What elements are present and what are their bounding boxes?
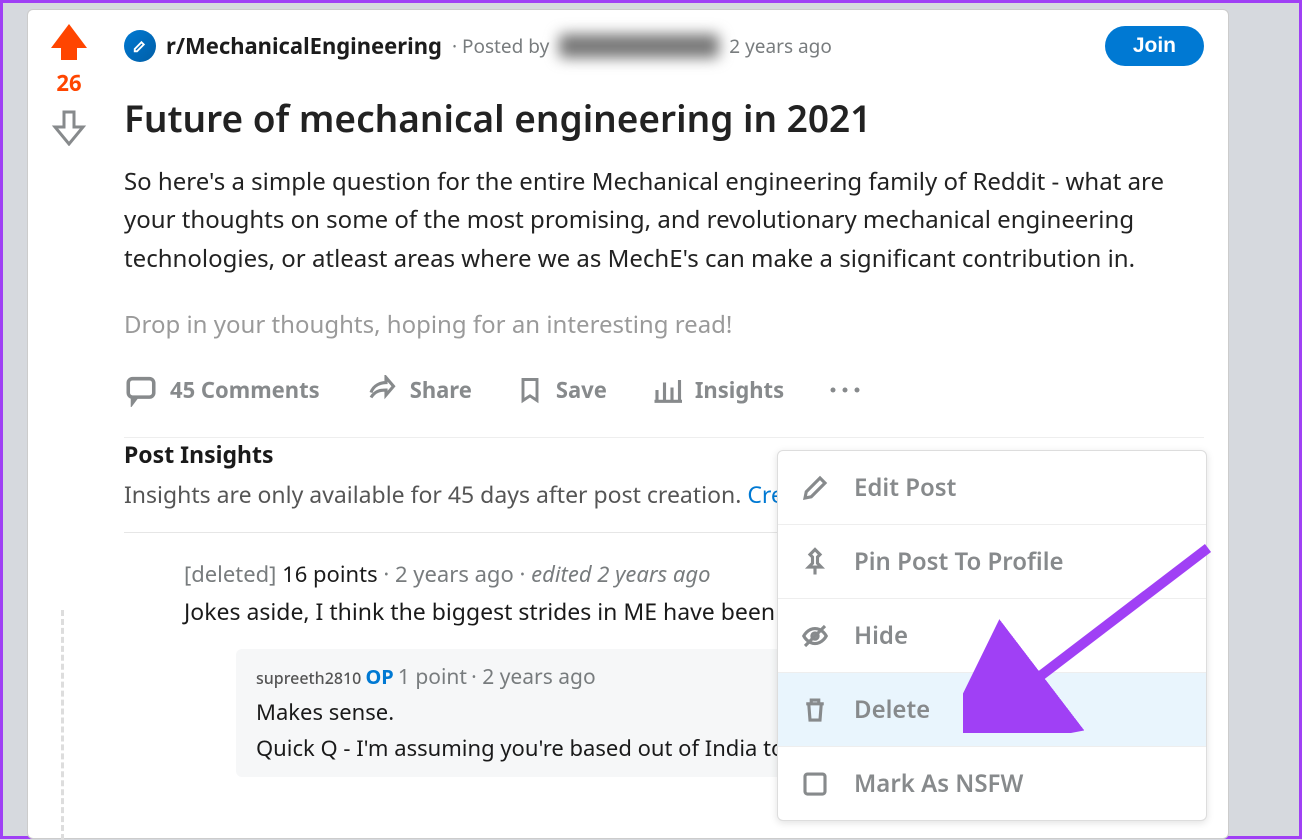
- thread-line: [61, 610, 64, 840]
- share-label: Share: [410, 375, 472, 405]
- sep: ·: [520, 559, 532, 589]
- post-header: r/MechanicalEngineering · Posted by 2 ye…: [124, 26, 1204, 66]
- downvote-icon[interactable]: [51, 108, 87, 151]
- eye-off-icon: [800, 621, 830, 651]
- menu-delete-label: Delete: [854, 693, 930, 726]
- comments-label: 45 Comments: [170, 375, 320, 405]
- post-age: 2 years ago: [729, 33, 832, 59]
- checkbox-icon: [800, 769, 830, 799]
- reply-age: 2 years ago: [482, 663, 595, 691]
- menu-edit-post[interactable]: Edit Post: [778, 451, 1206, 525]
- dots-icon: [828, 385, 862, 395]
- upvote-icon[interactable]: [51, 24, 87, 48]
- share-button[interactable]: Share: [364, 375, 472, 405]
- sep: ·: [383, 559, 395, 589]
- author-blurred: [559, 34, 719, 58]
- pencil-icon: [800, 473, 830, 503]
- bookmark-icon: [516, 373, 544, 407]
- menu-nsfw-label: Mark As NSFW: [854, 767, 1023, 800]
- save-label: Save: [556, 375, 607, 405]
- menu-delete[interactable]: Delete: [778, 673, 1206, 747]
- insights-desc: Insights are only available for 45 days …: [124, 478, 747, 510]
- comment-age: 2 years ago: [395, 559, 514, 589]
- reply-user[interactable]: supreeth2810: [256, 667, 361, 689]
- post-title: Future of mechanical engineering in 2021: [124, 92, 1204, 143]
- menu-mark-nsfw[interactable]: Mark As NSFW: [778, 747, 1206, 820]
- subreddit-icon[interactable]: [124, 30, 156, 62]
- more-dropdown: Edit Post Pin Post To Profile Hide Delet…: [777, 450, 1207, 821]
- op-badge: OP: [365, 663, 393, 690]
- action-row: 45 Comments Share Save Insights: [124, 373, 1204, 407]
- join-button[interactable]: Join: [1105, 26, 1204, 66]
- comments-button[interactable]: 45 Comments: [124, 373, 320, 407]
- trash-icon: [800, 695, 830, 725]
- sep: ·: [471, 663, 482, 691]
- save-button[interactable]: Save: [516, 373, 607, 407]
- menu-edit-label: Edit Post: [854, 471, 956, 504]
- insights-button[interactable]: Insights: [651, 375, 784, 405]
- menu-pin-post[interactable]: Pin Post To Profile: [778, 525, 1206, 599]
- comment-user[interactable]: [deleted]: [184, 559, 276, 589]
- insights-label: Insights: [695, 375, 784, 405]
- menu-pin-label: Pin Post To Profile: [854, 545, 1064, 578]
- comment-points: 16 points: [282, 559, 377, 589]
- menu-hide[interactable]: Hide: [778, 599, 1206, 673]
- posted-by-prefix: · Posted by: [452, 33, 549, 59]
- subreddit-link[interactable]: r/MechanicalEngineering: [166, 31, 442, 61]
- menu-hide-label: Hide: [854, 619, 908, 652]
- bar-chart-icon: [651, 375, 683, 405]
- more-button[interactable]: [828, 385, 862, 395]
- post-score: 26: [56, 68, 81, 98]
- comment-edited: edited 2 years ago: [531, 559, 710, 589]
- post-body-1: So here's a simple question for the enti…: [124, 163, 1204, 278]
- post-body-2: Drop in your thoughts, hoping for an int…: [124, 306, 1204, 344]
- vote-column: 26: [34, 24, 104, 151]
- pin-icon: [800, 547, 830, 577]
- reply-points: 1 point: [398, 663, 467, 691]
- share-icon: [364, 375, 398, 405]
- comment-icon: [124, 373, 158, 407]
